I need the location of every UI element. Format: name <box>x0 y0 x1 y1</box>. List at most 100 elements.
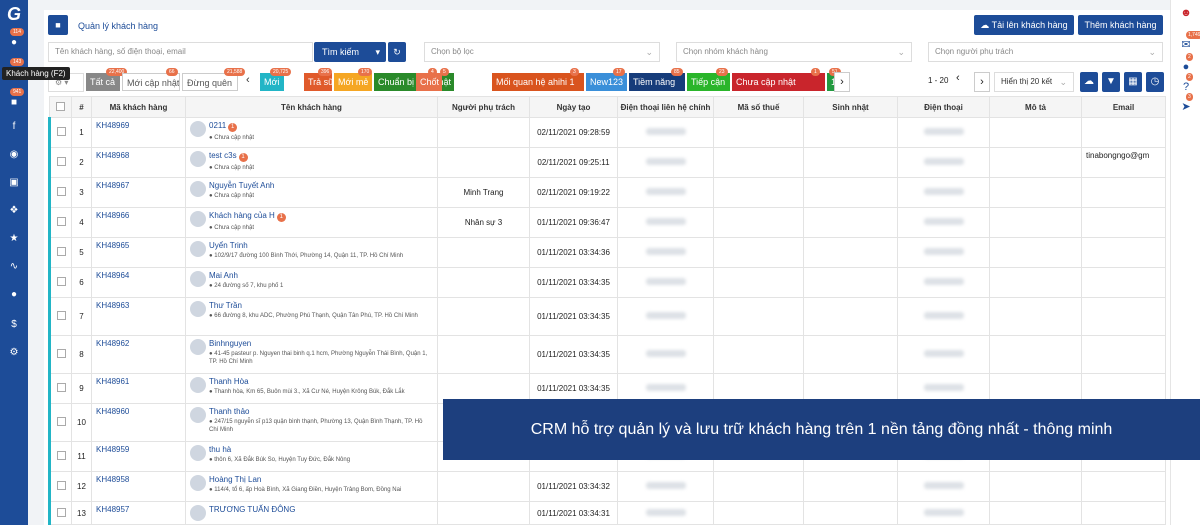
column-header[interactable]: Người phụ trách <box>437 96 530 118</box>
customer-name[interactable]: Khách hàng của H <box>209 211 275 220</box>
chat-icon[interactable]: ✉ 1,749 <box>1177 31 1200 54</box>
star-icon[interactable]: ★ <box>0 230 28 248</box>
customer-name[interactable]: Binhnguyen <box>209 339 251 348</box>
customer-name[interactable]: test c3s <box>209 151 237 160</box>
table-row[interactable]: 3 KH48967 Nguyễn Tuyết Anh ● Chưa cập nhật M… <box>48 177 1166 208</box>
search-input[interactable]: Tên khách hàng, số điện thoại, email <box>48 42 313 62</box>
customer-name[interactable]: 0211 <box>209 121 226 130</box>
group-select[interactable]: Chọn nhóm khách hàng ⌄ <box>676 42 912 62</box>
select-all-checkbox[interactable] <box>49 96 72 118</box>
customer-code[interactable]: KH48963 <box>91 297 186 336</box>
customer-code[interactable]: KH48962 <box>91 335 186 374</box>
prev-page-icon[interactable]: ‹ <box>956 72 960 84</box>
column-header[interactable]: Ngày tạo <box>529 96 618 118</box>
column-header[interactable]: Điện thoại <box>897 96 990 118</box>
customer-name-cell[interactable]: Khách hàng của H 1 ● Chưa cập nhật <box>185 207 438 238</box>
chart-icon[interactable]: ∿ <box>0 258 28 276</box>
row-checkbox[interactable] <box>48 207 72 238</box>
row-checkbox[interactable] <box>48 297 72 336</box>
row-checkbox[interactable] <box>48 471 72 502</box>
tag-next-button[interactable]: › <box>834 72 850 92</box>
customer-code[interactable]: KH48966 <box>91 207 186 238</box>
customer-name-cell[interactable]: thu hà ● thôn 6, Xã Đắk Búk So, Huyện Tuy… <box>185 441 438 472</box>
customer-name-cell[interactable]: 0211 1 ● Chưa cập nhật <box>185 117 438 148</box>
filter-icon[interactable]: ▼ <box>1102 72 1120 92</box>
cubes-icon[interactable]: ❖ <box>0 202 28 220</box>
column-header[interactable]: Điện thoại liên hệ chính <box>617 96 714 118</box>
customer-name[interactable]: Hoàng Thị Lan <box>209 475 261 484</box>
row-checkbox[interactable] <box>48 147 72 178</box>
customer-code[interactable]: KH48967 <box>91 177 186 208</box>
column-header[interactable]: Tên khách hàng <box>185 96 438 118</box>
table-row[interactable]: 5 KH48965 Uyển Trinh ● 102/9/17 đường 100 B… <box>48 237 1166 268</box>
row-checkbox[interactable] <box>48 403 72 442</box>
tag-8[interactable]: Mối quan hệ ahihi 1 <box>492 73 584 91</box>
row-checkbox[interactable] <box>48 237 72 268</box>
customer-name[interactable]: Thư Trần <box>209 301 242 310</box>
table-row[interactable]: 8 KH48962 Binhnguyen ● 41-45 pasteur p. Ngu… <box>48 335 1166 374</box>
table-row[interactable]: 1 KH48969 0211 1 ● Chưa cập nhật 02/11/2021 0… <box>48 117 1166 148</box>
customer-code[interactable]: KH48961 <box>91 373 186 404</box>
customer-name-cell[interactable]: Binhnguyen ● 41-45 pasteur p. Nguyen thai… <box>185 335 438 374</box>
column-header[interactable]: Mã khách hàng <box>91 96 186 118</box>
customer-name-cell[interactable]: Uyển Trinh ● 102/9/17 đường 100 Bình Thới… <box>185 237 438 268</box>
table-row[interactable]: 4 KH48966 Khách hàng của H 1 ● Chưa cập nhật… <box>48 207 1166 238</box>
columns-icon[interactable]: ▦ <box>1124 72 1142 92</box>
row-checkbox[interactable] <box>48 117 72 148</box>
tag-12[interactable]: Chưa cập nhật <box>732 73 825 91</box>
add-customer-button[interactable]: Thêm khách hàng <box>1078 15 1163 35</box>
gear-icon[interactable]: ⚙ <box>0 344 28 362</box>
people-icon[interactable]: ● <box>0 286 28 304</box>
clock-icon[interactable]: ◷ <box>1146 72 1164 92</box>
customer-name-cell[interactable]: Nguyễn Tuyết Anh ● Chưa cập nhật <box>185 177 438 208</box>
chevron-left-icon[interactable]: ‹ <box>246 74 250 86</box>
upload-customers-button[interactable]: ☁ Tải lên khách hàng <box>974 15 1074 35</box>
table-row[interactable]: 6 KH48964 Mai Anh ● 24 đường số 7, khu phố … <box>48 267 1166 298</box>
customer-code[interactable]: KH48958 <box>91 471 186 502</box>
column-header[interactable]: Mã số thuế <box>713 96 804 118</box>
table-row[interactable]: 13 KH48957 TRƯƠNG TUẤN ĐÔNG 01/11/2021 03:3… <box>48 501 1166 525</box>
facebook-icon[interactable]: f <box>0 118 28 136</box>
customer-name-cell[interactable]: Thanh Hòa ● Thanh hòa, Km 65, Buôn mùi 3.… <box>185 373 438 404</box>
rocket-icon[interactable]: ➤ 3 <box>1177 93 1195 116</box>
user-icon[interactable]: ● 114 <box>0 28 28 52</box>
search-button[interactable]: Tìm kiếm ▾ <box>314 42 386 62</box>
column-header[interactable]: Sinh nhật <box>803 96 898 118</box>
owner-select[interactable]: Chọn người phụ trách ⌄ <box>928 42 1163 62</box>
customer-menu-icon[interactable]: ■ <box>48 15 68 35</box>
column-header[interactable]: # <box>71 96 92 118</box>
customer-name[interactable]: Thanh Hòa <box>209 377 249 386</box>
customer-code[interactable]: KH48957 <box>91 501 186 525</box>
customer-name-cell[interactable]: TRƯƠNG TUẤN ĐÔNG <box>185 501 438 525</box>
row-checkbox[interactable] <box>48 335 72 374</box>
customer-name[interactable]: Uyển Trinh <box>209 241 248 250</box>
dollar-icon[interactable]: $ <box>0 316 28 334</box>
app-logo[interactable]: G <box>3 3 25 25</box>
cart-icon[interactable]: ▣ <box>0 174 28 192</box>
customer-code[interactable]: KH48960 <box>91 403 186 442</box>
cloud-icon[interactable]: ☁ <box>1080 72 1098 92</box>
row-checkbox[interactable] <box>48 441 72 472</box>
avatar[interactable]: ☻ <box>1177 4 1195 22</box>
customer-name-cell[interactable]: test c3s 1 ● Chưa cập nhật <box>185 147 438 178</box>
table-row[interactable]: 2 KH48968 test c3s 1 ● Chưa cập nhật 02/11/20… <box>48 147 1166 178</box>
table-row[interactable]: 7 KH48963 Thư Trần ● 66 đường 8, khu ADC, P… <box>48 297 1166 336</box>
customer-code[interactable]: KH48969 <box>91 117 186 148</box>
refresh-icon[interactable]: ↻ <box>388 42 406 62</box>
folder-icon[interactable]: ■ 941 <box>0 88 28 112</box>
customer-code[interactable]: KH48965 <box>91 237 186 268</box>
customer-name[interactable]: Nguyễn Tuyết Anh <box>209 181 274 190</box>
customer-name[interactable]: Thanh thảo <box>209 407 249 416</box>
filter-select[interactable]: Chọn bộ lọc ⌄ <box>424 42 660 62</box>
row-checkbox[interactable] <box>48 177 72 208</box>
customer-name-cell[interactable]: Mai Anh ● 24 đường số 7, khu phố 1 <box>185 267 438 298</box>
customer-code[interactable]: KH48968 <box>91 147 186 178</box>
customer-name-cell[interactable]: Thanh thảo ● 247/15 nguyễn sĩ p13 quận bì… <box>185 403 438 442</box>
per-page-select[interactable]: Hiển thị 20 kết ⌄ <box>994 72 1074 92</box>
row-checkbox[interactable] <box>48 373 72 404</box>
tag-7[interactable]: Chốt <box>416 73 442 91</box>
target-icon[interactable]: ◉ <box>0 146 28 164</box>
customer-code[interactable]: KH48964 <box>91 267 186 298</box>
row-checkbox[interactable] <box>48 501 72 525</box>
customer-code[interactable]: KH48959 <box>91 441 186 472</box>
